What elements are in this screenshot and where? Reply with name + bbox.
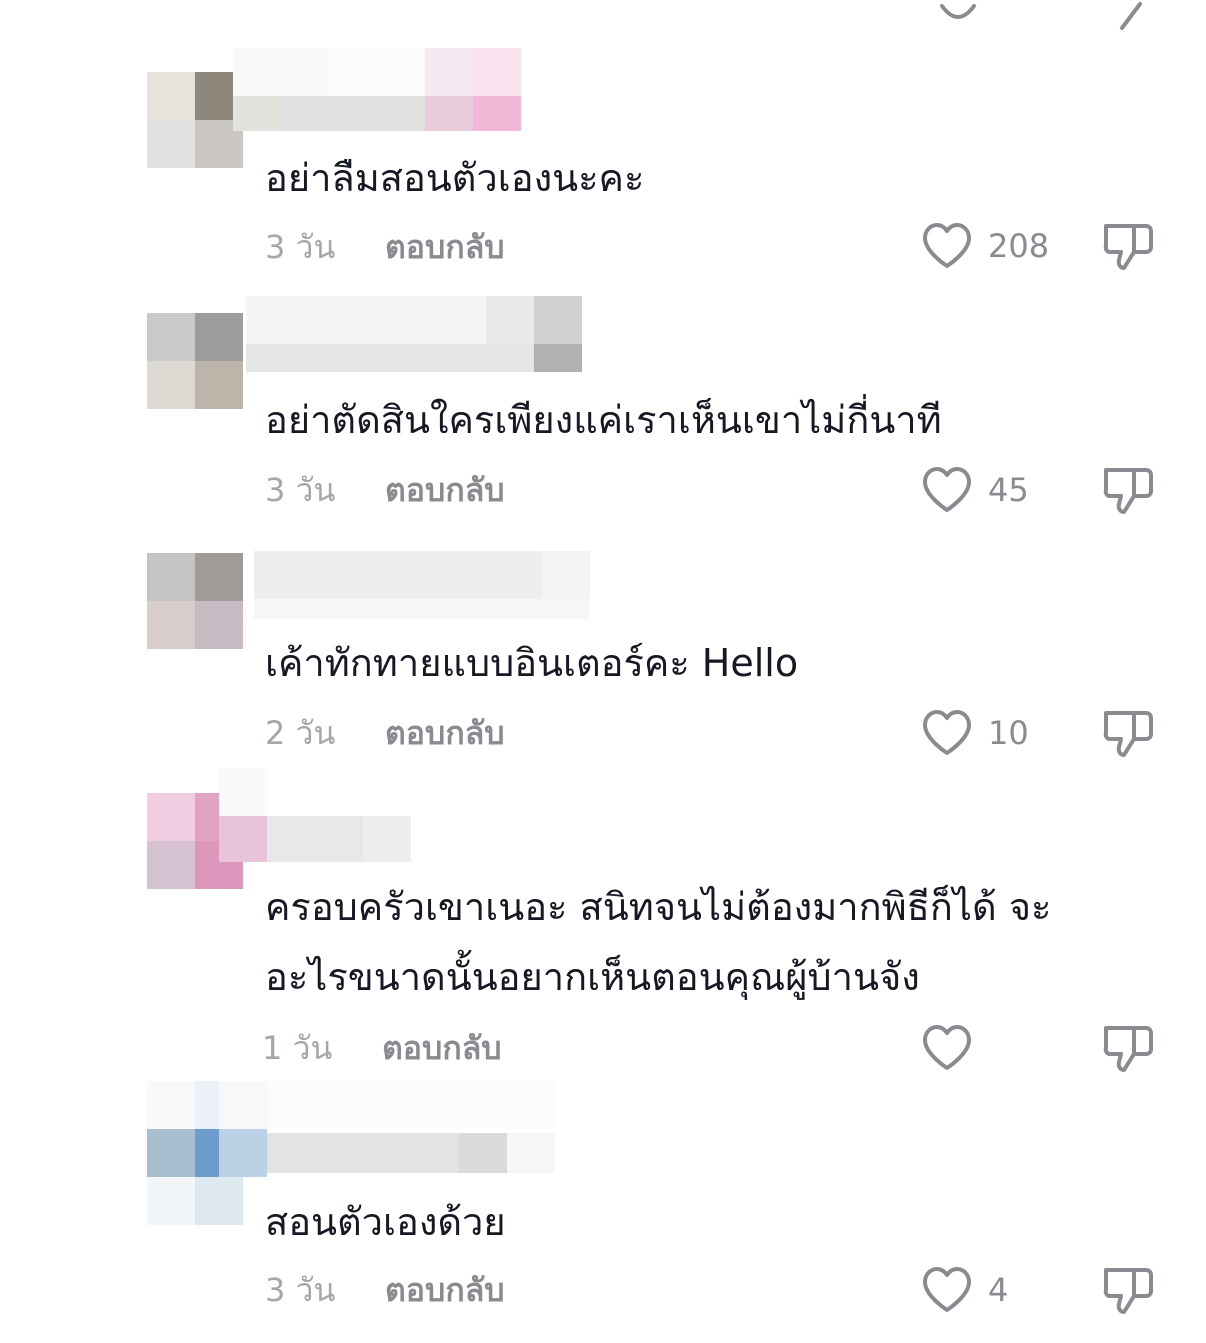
heart-icon	[923, 1267, 971, 1312]
comment-text-line: ครอบครัวเขาเนอะ สนิทจนไม่ต้องมากพิธีก็ได…	[265, 885, 1052, 929]
username[interactable]	[254, 551, 590, 619]
comment-text: สอนตัวเองด้วย	[265, 1187, 506, 1257]
comment-text: เค้าทักทายแบบอินเตอร์คะ Hello	[265, 628, 798, 698]
dislike-button[interactable]	[1100, 1262, 1156, 1318]
thumbs-down-icon	[1103, 711, 1153, 757]
username[interactable]	[219, 768, 411, 862]
comment-meta: 3 วัน ตอบกลับ	[265, 1265, 505, 1315]
reply-button[interactable]: ตอบกลับ	[382, 1023, 502, 1074]
comment-time: 3 วัน	[265, 470, 336, 509]
heart-icon	[923, 1025, 971, 1070]
comment-meta: 3 วัน ตอบกลับ	[265, 465, 505, 515]
like-count: 10	[988, 714, 1029, 752]
comment-meta: 2 วัน ตอบกลับ	[265, 708, 505, 758]
thumbs-down-icon	[1103, 1026, 1153, 1072]
thumbs-down-icon	[1103, 224, 1153, 270]
comment-time: 1 วัน	[262, 1028, 333, 1067]
comment-meta: 1 วัน ตอบกลับ	[262, 1023, 502, 1073]
username[interactable]	[233, 48, 521, 131]
thumbs-down-icon	[1103, 468, 1153, 514]
comment-time: 2 วัน	[265, 713, 336, 752]
avatar[interactable]	[147, 72, 243, 168]
comment-text-line: อย่าลืมสอนตัวเองนะคะ	[265, 156, 645, 200]
like-count: 45	[988, 471, 1029, 509]
like-button[interactable]: 208	[920, 218, 1049, 274]
comment-meta: 3 วัน ตอบกลับ	[265, 222, 505, 272]
like-button[interactable]	[920, 1020, 988, 1076]
reply-button[interactable]: ตอบกลับ	[385, 708, 505, 759]
comment-text-line: อะไรขนาดนั้นอยากเห็นตอนคุณผู้บ้านจัง	[265, 955, 920, 999]
like-count: 208	[988, 227, 1050, 265]
heart-icon-partial	[940, 4, 976, 19]
comment-text-line: อย่าตัดสินใครเพียงแค่เราเห็นเขาไม่กี่นาท…	[265, 398, 942, 442]
comment-time: 3 วัน	[265, 227, 336, 266]
comment-text: อย่าตัดสินใครเพียงแค่เราเห็นเขาไม่กี่นาท…	[265, 385, 942, 455]
comment-time: 3 วัน	[265, 1270, 336, 1309]
like-button[interactable]: 4	[920, 1262, 1008, 1318]
avatar[interactable]	[147, 553, 243, 649]
like-count: 4	[988, 1271, 1009, 1309]
heart-icon	[923, 223, 971, 268]
comment-text-line: สอนตัวเองด้วย	[265, 1200, 506, 1244]
username[interactable]	[267, 1081, 555, 1173]
comment-text-line: เค้าทักทายแบบอินเตอร์คะ Hello	[265, 641, 799, 685]
username[interactable]	[246, 296, 582, 372]
comment-text: ครอบครัวเขาเนอะ สนิทจนไม่ต้องมากพิธีก็ได…	[265, 872, 1051, 1012]
dislike-button[interactable]	[1100, 218, 1156, 274]
dislike-button[interactable]	[1100, 705, 1156, 761]
thumbs-down-icon-partial	[1120, 2, 1142, 30]
like-button[interactable]: 45	[920, 462, 1029, 518]
dislike-button[interactable]	[1100, 462, 1156, 518]
like-button[interactable]: 10	[920, 705, 1029, 761]
dislike-button[interactable]	[1100, 1020, 1156, 1076]
comment-text: อย่าลืมสอนตัวเองนะคะ	[265, 143, 644, 213]
thumbs-down-icon	[1103, 1268, 1153, 1314]
avatar[interactable]	[147, 1081, 267, 1225]
avatar[interactable]	[147, 313, 243, 409]
reply-button[interactable]: ตอบกลับ	[385, 222, 505, 273]
reply-button[interactable]: ตอบกลับ	[385, 465, 505, 516]
heart-icon	[923, 467, 971, 512]
heart-icon	[923, 710, 971, 755]
reply-button[interactable]: ตอบกลับ	[385, 1265, 505, 1316]
